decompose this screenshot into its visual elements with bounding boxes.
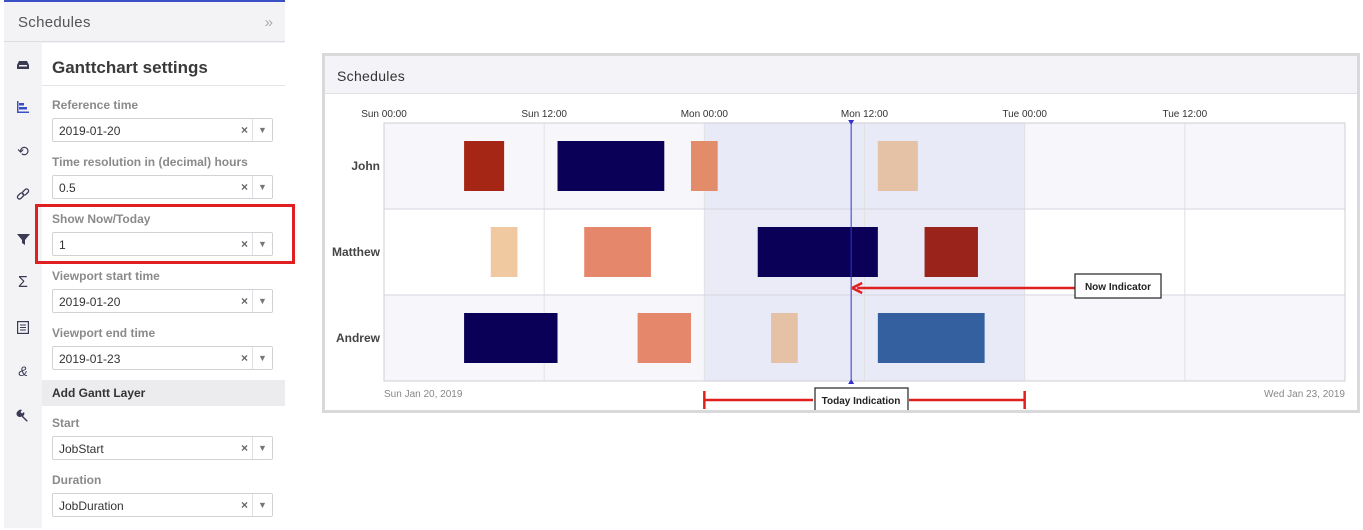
select-value: 2019-01-20	[59, 124, 121, 138]
chart-title: Schedules	[337, 68, 406, 84]
chevron-down-icon[interactable]: ▼	[252, 494, 272, 516]
settings-body: Ganttchart settings Reference time 2019-…	[42, 43, 285, 530]
task-bar[interactable]	[637, 313, 691, 363]
x-tick-label: Mon 00:00	[681, 109, 729, 120]
select-value: JobStart	[59, 442, 104, 456]
duration-select[interactable]: JobDuration × ▼	[52, 493, 273, 517]
row-label: Matthew	[332, 245, 381, 259]
gantt-bars-icon[interactable]	[13, 97, 33, 117]
chevron-down-icon[interactable]: ▼	[252, 290, 272, 312]
task-bar[interactable]	[757, 227, 878, 277]
viewport-end-label: Viewport end time	[52, 326, 156, 340]
select-value: 2019-01-23	[59, 352, 121, 366]
task-bar[interactable]	[877, 141, 918, 191]
viewport-start-select[interactable]: 2019-01-20 × ▼	[52, 289, 273, 313]
x-tick-label: Tue 00:00	[1002, 109, 1047, 120]
chevron-down-icon[interactable]: ▼	[252, 437, 272, 459]
select-value: JobDuration	[59, 499, 124, 513]
chevron-down-icon[interactable]: ▼	[252, 176, 272, 198]
reference-time-select[interactable]: 2019-01-20 × ▼	[52, 118, 273, 142]
task-bar[interactable]	[584, 227, 651, 277]
reference-time-label: Reference time	[52, 98, 139, 112]
start-select[interactable]: JobStart × ▼	[52, 436, 273, 460]
task-bar[interactable]	[464, 141, 505, 191]
clear-icon[interactable]: ×	[241, 351, 248, 365]
viewport-start-label: Viewport start time	[52, 269, 160, 283]
highlight-annotation	[35, 204, 295, 264]
start-date-label: Sun Jan 20, 2019	[384, 389, 463, 400]
select-value: 2019-01-20	[59, 295, 121, 309]
x-tick-label: Mon 12:00	[841, 109, 889, 120]
x-tick-label: Tue 12:00	[1162, 109, 1207, 120]
today-indication-label: Today Indication	[822, 396, 901, 407]
divider	[42, 85, 285, 86]
wrench-icon[interactable]	[13, 405, 33, 425]
clear-icon[interactable]: ×	[241, 123, 248, 137]
time-resolution-select[interactable]: 0.5 × ▼	[52, 175, 273, 199]
settings-panel: Schedules » ⟲ Σ & Ganttchart settings Re…	[4, 0, 285, 530]
row-label: John	[351, 159, 380, 173]
task-bar[interactable]	[464, 313, 558, 363]
task-bar[interactable]	[557, 141, 665, 191]
duration-label: Duration	[52, 473, 102, 487]
chart-panel: Schedules Sun 00:00 Sun 12:00 Mon 00:00 Mon…	[322, 53, 1360, 413]
panel-title: Schedules	[18, 14, 91, 31]
x-tick-label: Sun 00:00	[361, 109, 407, 120]
refresh-icon[interactable]: ⟲	[13, 141, 33, 161]
gantt-chart: Sun 00:00 Sun 12:00 Mon 00:00 Mon 12:00 Tue …	[332, 109, 1346, 410]
icon-rail: ⟲ Σ &	[4, 43, 42, 530]
ampersand-icon[interactable]: &	[13, 361, 33, 381]
chart-header: Schedules	[325, 56, 1357, 94]
select-value: 0.5	[59, 181, 76, 195]
task-bar[interactable]	[877, 313, 985, 363]
link-icon[interactable]	[13, 185, 33, 205]
clear-icon[interactable]: ×	[241, 294, 248, 308]
chevron-down-icon[interactable]: ▼	[252, 119, 272, 141]
filter-icon[interactable]	[13, 229, 33, 249]
clear-icon[interactable]: ×	[241, 498, 248, 512]
clear-icon[interactable]: ×	[241, 441, 248, 455]
list-icon[interactable]	[13, 317, 33, 337]
task-bar[interactable]	[771, 313, 798, 363]
clear-icon[interactable]: ×	[241, 180, 248, 194]
double-chevron-right-icon[interactable]: »	[265, 14, 273, 31]
sigma-icon[interactable]: Σ	[13, 273, 33, 293]
add-gantt-layer-header[interactable]: Add Gantt Layer	[42, 380, 285, 406]
settings-title: Ganttchart settings	[52, 58, 208, 77]
row-label: Andrew	[336, 331, 381, 345]
start-label: Start	[52, 416, 80, 430]
end-date-label: Wed Jan 23, 2019	[1264, 389, 1345, 400]
task-bar[interactable]	[690, 141, 718, 191]
panel-header: Schedules »	[4, 4, 285, 42]
task-bar[interactable]	[490, 227, 518, 277]
viewport-end-select[interactable]: 2019-01-23 × ▼	[52, 346, 273, 370]
time-resolution-label: Time resolution in (decimal) hours	[52, 155, 248, 169]
now-indicator-label: Now Indicator	[1085, 282, 1151, 293]
task-bar[interactable]	[924, 227, 978, 277]
tray-icon[interactable]	[13, 55, 33, 75]
x-tick-label: Sun 12:00	[521, 109, 567, 120]
chevron-down-icon[interactable]: ▼	[252, 347, 272, 369]
